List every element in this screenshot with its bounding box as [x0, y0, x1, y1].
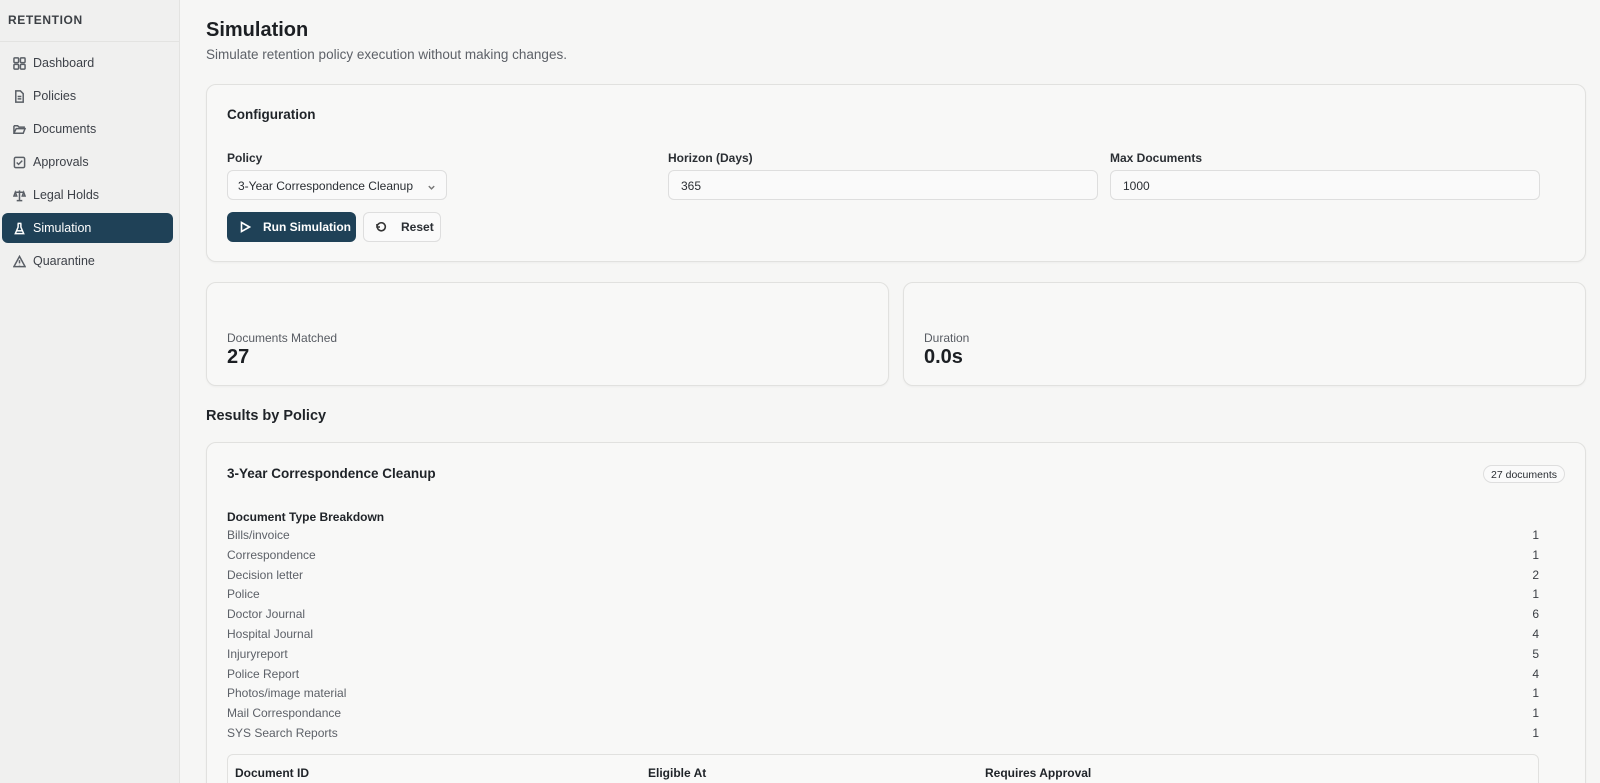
- doc-type-count: 1: [1532, 547, 1539, 562]
- run-simulation-label: Run Simulation: [263, 220, 351, 234]
- policy-select-value: 3-Year Correspondence Cleanup: [238, 179, 414, 193]
- sidebar-item-label: Quarantine: [33, 254, 95, 268]
- max-documents-input-value: 1000: [1123, 179, 1150, 193]
- horizon-input-value: 365: [681, 179, 702, 193]
- documents-matched-label: Documents Matched: [227, 331, 338, 345]
- sidebar-item-documents[interactable]: Documents: [2, 114, 173, 144]
- folder-open-icon: [12, 122, 26, 136]
- configuration-title: Configuration: [227, 107, 316, 122]
- duration-value: 0.0s: [924, 346, 963, 368]
- sidebar-item-simulation[interactable]: Simulation: [2, 213, 173, 243]
- doc-type-label: SYS Search Reports: [227, 725, 338, 740]
- list-item: Photos/image material 1: [227, 686, 1539, 706]
- sidebar-nav: Dashboard Policies Documents Approvals L…: [0, 42, 179, 276]
- documents-matched-value: 27: [227, 346, 250, 368]
- play-icon: [240, 221, 251, 233]
- documents-matched-card: Documents Matched 27: [206, 282, 889, 386]
- sidebar-item-label: Legal Holds: [33, 188, 100, 202]
- doc-type-label: Injuryreport: [227, 646, 288, 661]
- doc-type-label: Doctor Journal: [227, 607, 306, 622]
- column-header-requires-approval[interactable]: Requires Approval: [985, 766, 1091, 780]
- doc-type-count: 1: [1532, 706, 1539, 721]
- policy-select[interactable]: 3-Year Correspondence Cleanup: [227, 170, 447, 200]
- duration-card: Duration 0.0s: [903, 282, 1586, 386]
- policy-results-card: 3-Year Correspondence Cleanup 27 documen…: [206, 442, 1586, 783]
- page-title: Simulation: [206, 19, 309, 41]
- sidebar: RETENTION Dashboard Policies Documents A…: [0, 0, 180, 783]
- reset-label: Reset: [401, 220, 434, 234]
- chevron-down-icon: [427, 181, 436, 190]
- doc-type-count: 1: [1532, 686, 1539, 701]
- flask-icon: [12, 221, 26, 235]
- reset-icon: [376, 221, 387, 232]
- doc-type-count: 4: [1532, 626, 1539, 641]
- horizon-input[interactable]: 365: [668, 170, 1098, 200]
- duration-label: Duration: [924, 331, 970, 345]
- max-documents-input[interactable]: 1000: [1110, 170, 1540, 200]
- check-square-icon: [12, 155, 26, 169]
- sidebar-item-legal-holds[interactable]: Legal Holds: [2, 180, 173, 210]
- doc-type-count: 4: [1532, 666, 1539, 681]
- doc-type-count: 5: [1532, 646, 1539, 661]
- sidebar-item-dashboard[interactable]: Dashboard: [2, 48, 173, 78]
- sidebar-item-quarantine[interactable]: Quarantine: [2, 246, 173, 276]
- file-text-icon: [12, 89, 26, 103]
- results-section-title: Results by Policy: [206, 408, 327, 424]
- reset-button[interactable]: Reset: [363, 212, 441, 242]
- list-item: Hospital Journal 4: [227, 627, 1539, 647]
- list-item: Decision letter 2: [227, 568, 1539, 588]
- breakdown-list: Bills/invoice 1 Correspondence 1 Decision …: [227, 528, 1539, 746]
- doc-type-count: 6: [1532, 607, 1539, 622]
- app-brand: RETENTION: [0, 0, 179, 42]
- horizon-label: Horizon (Days): [668, 151, 753, 165]
- scale-icon: [12, 188, 26, 202]
- sidebar-item-policies[interactable]: Policies: [2, 81, 173, 111]
- doc-type-label: Hospital Journal: [227, 626, 314, 641]
- doc-type-count: 2: [1532, 567, 1539, 582]
- list-item: Bills/invoice 1: [227, 528, 1539, 548]
- alert-triangle-icon: [12, 254, 26, 268]
- run-simulation-button[interactable]: Run Simulation: [227, 212, 356, 242]
- breakdown-title: Document Type Breakdown: [227, 510, 385, 524]
- policy-label: Policy: [227, 151, 263, 165]
- list-item: Doctor Journal 6: [227, 607, 1539, 627]
- doc-type-label: Police: [227, 587, 260, 602]
- doc-type-label: Mail Correspondance: [227, 706, 342, 721]
- doc-type-label: Police Report: [227, 666, 300, 681]
- doc-type-count: 1: [1532, 528, 1539, 542]
- doc-type-count: 1: [1532, 725, 1539, 740]
- list-item: Mail Correspondance 1: [227, 706, 1539, 726]
- list-item: Injuryreport 5: [227, 647, 1539, 667]
- documents-table: Document ID Eligible At Requires Approva…: [227, 754, 1539, 783]
- column-header-eligible-at[interactable]: Eligible At: [648, 766, 706, 780]
- list-item: Police 1: [227, 587, 1539, 607]
- doc-type-label: Bills/invoice: [227, 528, 290, 542]
- sidebar-item-label: Policies: [33, 89, 77, 103]
- page-subtitle: Simulate retention policy execution with…: [206, 47, 567, 62]
- list-item: Correspondence 1: [227, 548, 1539, 568]
- configuration-card: Configuration Policy 3-Year Corresponden…: [206, 84, 1586, 262]
- doc-type-count: 1: [1532, 587, 1539, 602]
- sidebar-item-label: Documents: [33, 122, 97, 136]
- doc-type-label: Decision letter: [227, 567, 304, 582]
- column-header-document-id[interactable]: Document ID: [235, 766, 309, 780]
- sidebar-item-approvals[interactable]: Approvals: [2, 147, 173, 177]
- document-count-badge: 27 documents: [1483, 465, 1565, 483]
- list-item: SYS Search Reports 1: [227, 726, 1539, 746]
- doc-type-label: Correspondence: [227, 547, 316, 562]
- sidebar-item-label: Approvals: [33, 155, 89, 169]
- max-documents-label: Max Documents: [1110, 151, 1203, 165]
- doc-type-label: Photos/image material: [227, 686, 347, 701]
- grid-icon: [12, 56, 26, 70]
- sidebar-item-label: Simulation: [33, 221, 92, 235]
- list-item: Police Report 4: [227, 667, 1539, 687]
- policy-result-name: 3-Year Correspondence Cleanup: [227, 466, 436, 481]
- sidebar-item-label: Dashboard: [33, 56, 95, 70]
